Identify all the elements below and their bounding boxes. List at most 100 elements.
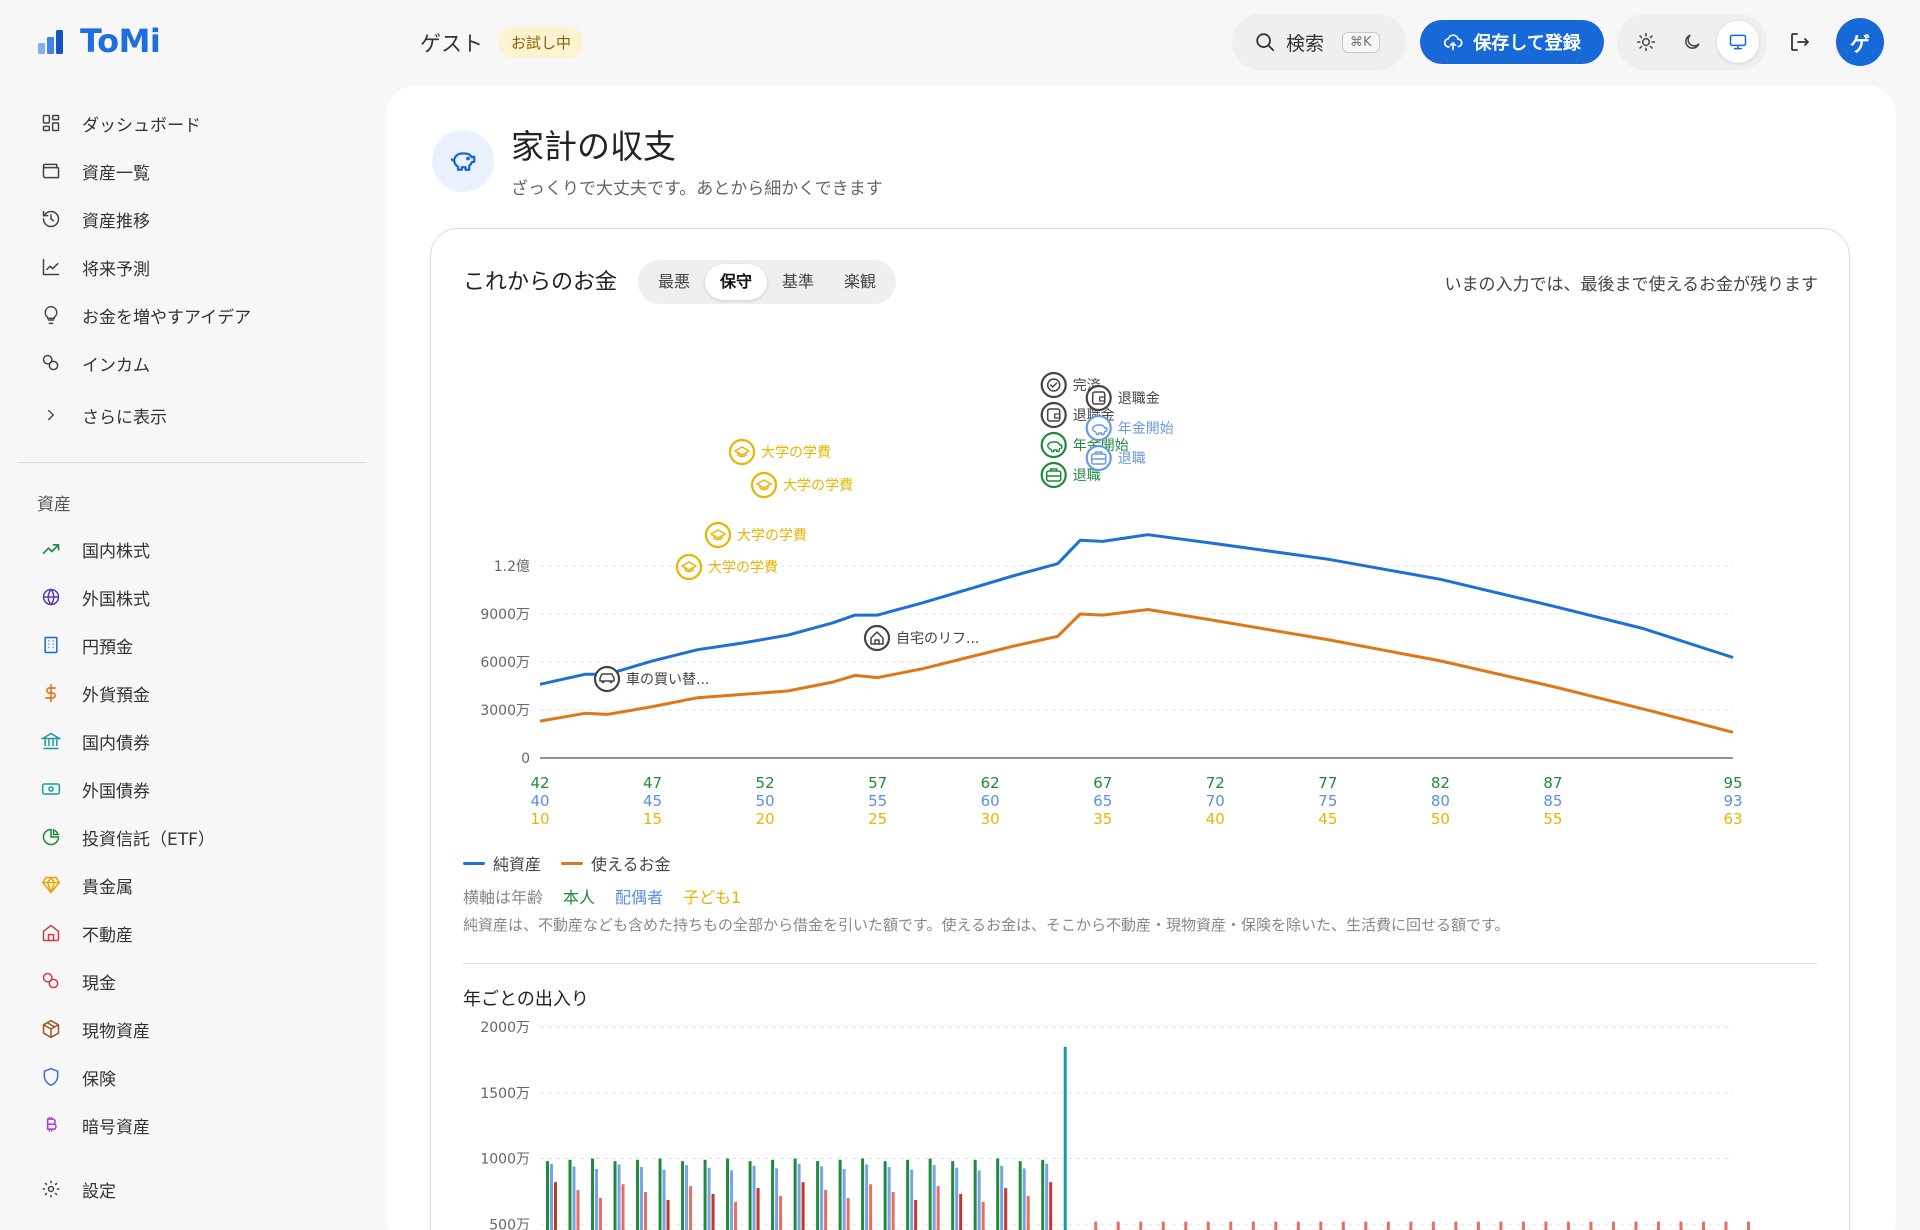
sidebar-item-domestic-stocks[interactable]: 国内株式 <box>40 534 150 564</box>
x-tick-label-self: 77 <box>1318 774 1337 792</box>
sidebar-item-forecast[interactable]: 将来予測 <box>40 252 150 282</box>
income-bar-spouse <box>910 1169 914 1230</box>
expense-bar <box>869 1184 873 1230</box>
year-bar-group <box>1063 1046 1067 1230</box>
scenario-tab-worst[interactable]: 最悪 <box>643 264 705 300</box>
sidebar-item-physical-assets[interactable]: 現物資産 <box>40 1014 150 1044</box>
retirement-lump-sum-bar <box>1063 1046 1067 1230</box>
event-label: 大学の学費 <box>783 478 853 494</box>
app-logo[interactable]: ToMi <box>36 22 161 60</box>
income-bar-spouse <box>1045 1163 1049 1230</box>
event-marker: 大学の学費 <box>750 471 853 499</box>
sidebar-item-yen-deposits[interactable]: 円預金 <box>40 630 133 660</box>
sidebar-item-insurance[interactable]: 保険 <box>40 1062 116 1092</box>
system-theme-button[interactable] <box>1717 21 1759 63</box>
expense-bar <box>1499 1221 1503 1230</box>
x-tick-label-spouse: 60 <box>981 792 1000 810</box>
sidebar-item-cash[interactable]: 現金 <box>40 966 116 996</box>
save-and-register-button[interactable]: 保存して登録 <box>1420 20 1604 64</box>
income-bar-spouse <box>775 1168 779 1230</box>
sidebar-item-label: インカム <box>82 355 150 376</box>
graduation-cap-icon <box>704 521 732 549</box>
scenario-tab-optimistic[interactable]: 楽観 <box>829 264 891 300</box>
expense-bar <box>621 1184 625 1230</box>
scenario-tab-base[interactable]: 基準 <box>767 264 829 300</box>
moon-icon <box>1685 34 1700 49</box>
expense-bar <box>846 1197 850 1230</box>
sidebar-item-ideas[interactable]: お金を増やすアイデア <box>40 300 251 330</box>
logout-button[interactable] <box>1784 26 1816 58</box>
x-tick-label-spouse: 80 <box>1431 792 1450 810</box>
sidebar-item-domestic-bonds[interactable]: 国内債券 <box>40 726 150 756</box>
year-bar-group <box>1611 1221 1615 1230</box>
year-bar-group <box>906 1159 918 1230</box>
event-marker: 大学の学費 <box>704 521 807 549</box>
legend-net-worth: 純資産 <box>463 851 541 875</box>
income-bar-self <box>748 1161 752 1230</box>
expense-bar <box>756 1188 760 1230</box>
legend-swatch <box>561 861 584 865</box>
sidebar-item-show-more[interactable]: さらに表示 <box>40 400 167 430</box>
income-bar-spouse <box>730 1170 734 1230</box>
user-name: ゲスト <box>420 31 483 56</box>
expense-bar <box>1049 1182 1053 1230</box>
sidebar-item-label: 資産一覧 <box>82 163 150 184</box>
event-marker: 年金開始 <box>1085 414 1174 442</box>
scenario-tab-conservative[interactable]: 保守 <box>705 264 767 300</box>
y-tick-label: 0 <box>521 751 530 767</box>
sidebar-item-foreign-stocks[interactable]: 外国株式 <box>40 582 150 612</box>
expense-bar <box>1521 1221 1525 1230</box>
status-note: いまの入力では、最後まで使えるお金が残ります <box>1444 275 1819 295</box>
lightbulb-icon <box>44 305 58 325</box>
expense-bar <box>1634 1221 1638 1230</box>
sidebar-item-precious-metals[interactable]: 貴金属 <box>40 870 133 900</box>
expense-bar <box>824 1190 828 1230</box>
income-bar-self <box>793 1158 797 1230</box>
sidebar-item-real-estate[interactable]: 不動産 <box>40 918 133 948</box>
sidebar-item-foreign-deposits[interactable]: 外貨預金 <box>40 678 150 708</box>
x-tick-label-spouse: 50 <box>756 792 775 810</box>
sidebar-item-crypto[interactable]: 暗号資産 <box>40 1110 150 1140</box>
app-name: ToMi <box>80 22 161 60</box>
search-button[interactable]: 検索 ⌘K <box>1232 14 1406 70</box>
dark-theme-button[interactable] <box>1671 21 1713 63</box>
sidebar-item-asset-list[interactable]: 資産一覧 <box>40 156 150 186</box>
x-tick-label-self: 72 <box>1206 774 1225 792</box>
panel-divider <box>463 963 1818 964</box>
expense-bar <box>644 1192 648 1230</box>
graduation-cap-icon <box>675 553 703 581</box>
x-tick-label-spouse: 85 <box>1543 792 1562 810</box>
sidebar-item-foreign-bonds[interactable]: 外国債券 <box>40 774 150 804</box>
income-bar-self <box>771 1159 775 1230</box>
sidebar-item-mutual-funds[interactable]: 投資信託（ETF） <box>40 822 215 852</box>
landmark-icon <box>41 732 61 750</box>
sidebar-item-asset-history[interactable]: 資産推移 <box>40 204 150 234</box>
sidebar-item-settings[interactable]: 設定 <box>40 1174 116 1204</box>
year-bar-group <box>1094 1221 1098 1230</box>
shield-icon <box>43 1067 59 1087</box>
year-bar-group <box>1274 1221 1278 1230</box>
page-title: 家計の収支 <box>511 127 676 166</box>
sidebar-item-dashboard[interactable]: ダッシュボード <box>40 108 201 138</box>
year-bar-group <box>703 1159 715 1230</box>
year-bar-group <box>1431 1221 1435 1230</box>
user-avatar[interactable]: ゲ <box>1836 18 1884 66</box>
income-bar-self <box>613 1161 617 1230</box>
x-tick-label-self: 52 <box>756 774 775 792</box>
income-bar-spouse <box>662 1169 666 1230</box>
sidebar-item-label: 不動産 <box>82 925 133 946</box>
sidebar-item-label: 現物資産 <box>82 1021 150 1042</box>
year-bar-group <box>838 1159 850 1230</box>
sidebar-item-income[interactable]: インカム <box>40 348 150 378</box>
event-marker: 大学の学費 <box>675 553 778 581</box>
income-bar-spouse <box>842 1169 846 1230</box>
x-tick-label-child: 20 <box>756 810 775 828</box>
year-bar-group <box>1476 1221 1480 1230</box>
search-shortcut: ⌘K <box>1342 31 1380 53</box>
expense-bar <box>599 1197 603 1230</box>
event-label: 車の買い替... <box>626 671 709 688</box>
year-bar-group <box>1364 1221 1368 1230</box>
graduation-cap-icon <box>750 471 778 499</box>
light-theme-button[interactable] <box>1625 21 1667 63</box>
income-bar-self <box>636 1159 640 1230</box>
